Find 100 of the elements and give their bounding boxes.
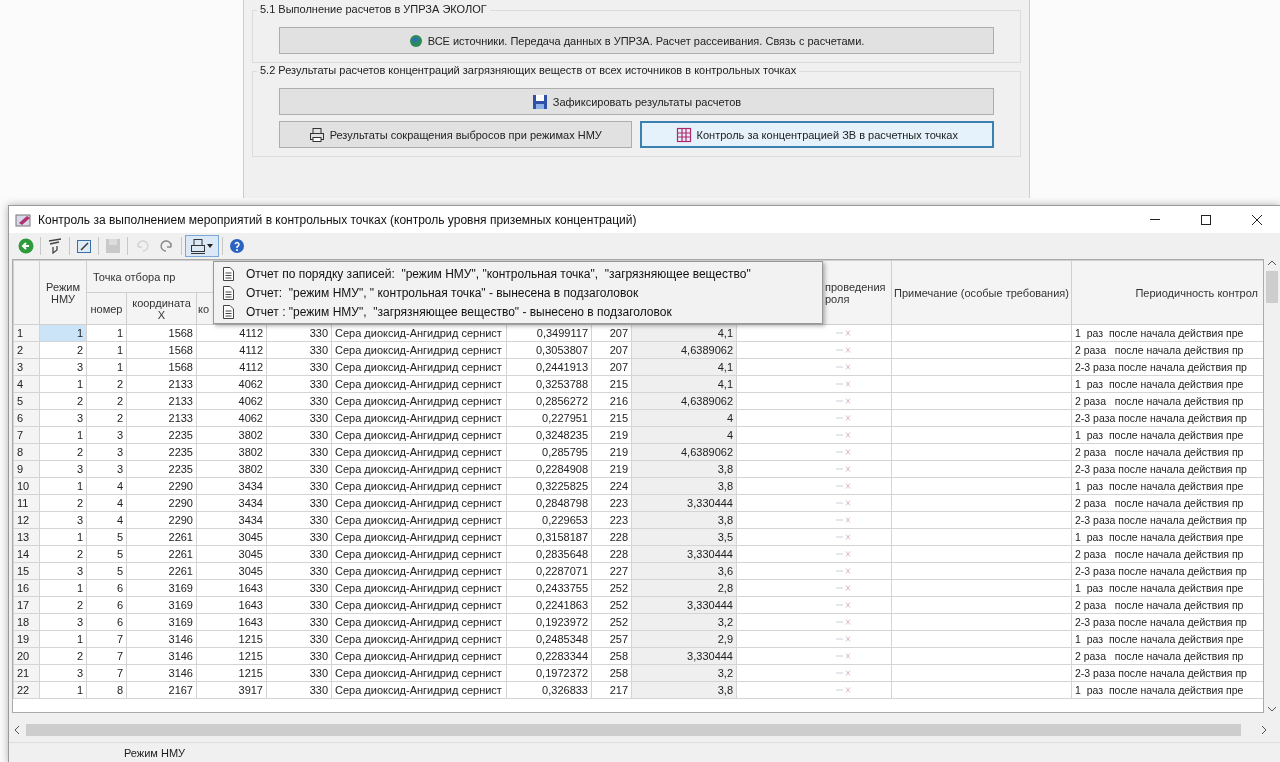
table-cell: 330 <box>266 460 332 478</box>
table-cell: 1568 <box>126 341 197 359</box>
table-cell: 330 <box>266 511 332 529</box>
table-cell: 1215 <box>196 647 267 665</box>
table-cell: 1 <box>86 358 127 376</box>
scroll-thumb[interactable] <box>26 723 1241 736</box>
table-cell: 1 <box>86 324 127 342</box>
table-cell: 330 <box>266 579 332 597</box>
table-cell: 3 <box>39 409 87 427</box>
table-cell: Сера диоксид-Ангидрид сернист <box>331 613 507 631</box>
table-cell: 5 <box>86 545 127 563</box>
action-button[interactable]: Зафиксировать результаты расчетов <box>279 88 994 115</box>
table-cell: 7 <box>86 647 127 665</box>
table-cell: 6 <box>86 579 127 597</box>
table-cell: 207 <box>591 358 632 376</box>
table-cell: 0,2287071 <box>506 562 592 580</box>
table-cell: 3 <box>86 460 127 478</box>
table-cell: 1 <box>39 477 87 495</box>
table-cell: 3 <box>39 358 87 376</box>
table-cell: 2 <box>86 392 127 410</box>
table-cell: Сера диоксид-Ангидрид сернист <box>331 358 507 376</box>
table-cell: 3917 <box>196 681 267 699</box>
printer-icon <box>308 126 325 143</box>
table-cell: 330 <box>266 596 332 614</box>
table-cell: 2 <box>39 392 87 410</box>
globe-icon <box>408 33 423 48</box>
table-cell: 2261 <box>126 545 197 563</box>
table-cell: 0,3158187 <box>506 528 592 546</box>
table-cell: 1643 <box>196 613 267 631</box>
action-button[interactable]: Результаты сокращения выбросов при режимах НМУ <box>279 121 632 148</box>
document-icon <box>222 266 234 281</box>
dash-cross-icon <box>834 431 851 439</box>
table-cell: 330 <box>266 426 332 444</box>
table-cell: 3802 <box>196 443 267 461</box>
table-cell: 7 <box>86 664 127 682</box>
table-cell: 330 <box>266 409 332 427</box>
table-cell: 330 <box>266 443 332 461</box>
table-cell: 207 <box>591 341 632 359</box>
table-cell: 224 <box>591 477 632 495</box>
table-grid-icon <box>675 126 692 143</box>
table-cell: Сера диоксид-Ангидрид сернист <box>331 511 507 529</box>
scroll-thumb[interactable] <box>1266 271 1278 303</box>
table-cell: 2290 <box>126 494 197 512</box>
dash-cross-icon <box>834 465 851 473</box>
table-cell: 3146 <box>126 664 197 682</box>
table-cell: 3802 <box>196 460 267 478</box>
table-cell: 3146 <box>126 647 197 665</box>
table-cell: 1 <box>39 681 87 699</box>
table-cell: Сера диоксид-Ангидрид сернист <box>331 460 507 478</box>
table-cell: 1 <box>39 528 87 546</box>
action-button[interactable]: Контроль за концентрацией ЗВ в расчетных точках <box>639 121 994 148</box>
dash-cross-icon <box>834 499 851 507</box>
dash-cross-icon <box>834 533 851 541</box>
table-cell: 7 <box>86 630 127 648</box>
table-cell: 0,2433755 <box>506 579 592 597</box>
table-cell: Сера диоксид-Ангидрид сернист <box>331 392 507 410</box>
table-cell: 3434 <box>196 511 267 529</box>
table-cell: 330 <box>266 562 332 580</box>
table-cell: 3434 <box>196 494 267 512</box>
table-cell: 330 <box>266 494 332 512</box>
table-cell: Сера диоксид-Ангидрид сернист <box>331 494 507 512</box>
table-cell: Сера диоксид-Ангидрид сернист <box>331 375 507 393</box>
table-cell: 0,2856272 <box>506 392 592 410</box>
table-cell: 330 <box>266 664 332 682</box>
table-cell: 219 <box>591 426 632 444</box>
table-cell: 330 <box>266 392 332 410</box>
table-cell: 215 <box>591 409 632 427</box>
table-cell: 227 <box>591 562 632 580</box>
table-cell: Сера диоксид-Ангидрид сернист <box>331 579 507 597</box>
table-cell: 2235 <box>126 426 197 444</box>
table-cell: 258 <box>591 647 632 665</box>
table-cell: 3169 <box>126 579 197 597</box>
printer-button[interactable] <box>185 235 219 257</box>
table-cell: 3 <box>86 426 127 444</box>
document-icon <box>222 285 234 300</box>
table-cell: 252 <box>591 613 632 631</box>
dash-cross-icon <box>834 482 851 490</box>
horizontal-scrollbar[interactable] <box>12 721 1280 738</box>
table-cell: 0,2241863 <box>506 596 592 614</box>
table-cell: 330 <box>266 647 332 665</box>
table-cell: 0,1972372 <box>506 664 592 682</box>
table-cell: 252 <box>591 579 632 597</box>
help-icon <box>229 238 245 254</box>
table-cell: Сера диоксид-Ангидрид сернист <box>331 664 507 682</box>
table-cell: 2133 <box>126 375 197 393</box>
table-cell: Сера диоксид-Ангидрид сернист <box>331 477 507 495</box>
maximize-icon <box>1200 213 1212 226</box>
table-cell: 5 <box>86 562 127 580</box>
status-text: Режим НМУ <box>124 747 186 759</box>
table-cell: Сера диоксид-Ангидрид сернист <box>331 409 507 427</box>
table-cell: 258 <box>591 664 632 682</box>
table-cell: 1215 <box>196 630 267 648</box>
undo-arrow-icon <box>134 238 150 254</box>
table-cell: Сера диоксид-Ангидрид сернист <box>331 545 507 563</box>
dash-cross-icon <box>834 618 851 626</box>
table-cell: 0,2848798 <box>506 494 592 512</box>
action-button[interactable]: ВСЕ источники. Передача данных в УПРЗА. Расчет рассеивания. Связь с расчетами. <box>279 27 994 54</box>
table-cell: 215 <box>591 375 632 393</box>
column-header: Периодичность контрол <box>1071 260 1263 325</box>
dash-cross-icon <box>834 516 851 524</box>
